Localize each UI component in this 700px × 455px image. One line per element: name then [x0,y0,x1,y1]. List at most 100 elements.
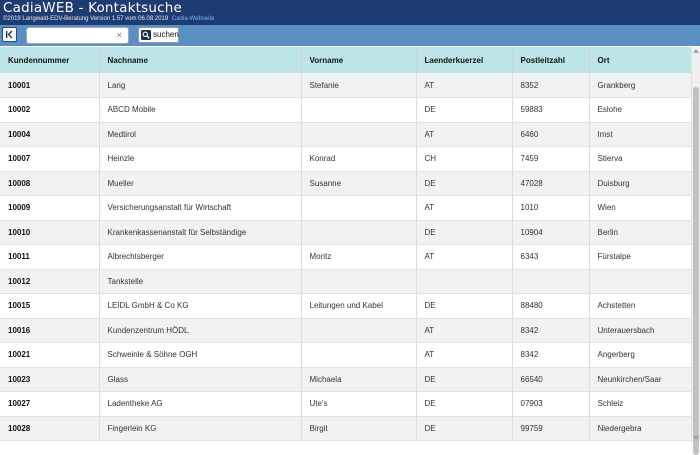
vertical-scrollbar[interactable] [691,47,700,455]
cell-laenderkuerzel: AT [415,73,512,98]
cell-laenderkuerzel [415,269,512,294]
table-row[interactable]: 10009 Versicherungsanstalt für Wirtschaft… [0,195,691,221]
table-row[interactable]: 10016 Kundenzentrum HÖDL AT 8342 Unterauersb… [0,318,691,343]
cell-nachname: ABCD Mobile [98,97,301,123]
cell-vorname: Michaela [300,367,416,392]
column-header-kundennummer[interactable]: Kundennummer [0,47,99,73]
search-input[interactable] [30,29,110,42]
cell-postleitzahl: 8352 [511,73,589,98]
cell-postleitzahl: 07903 [511,391,589,417]
clear-icon[interactable]: × [117,29,122,42]
cell-ort: Eslohe [588,97,691,123]
cell-vorname [300,195,416,221]
table-row[interactable]: 10011 Albrechtsberger Moritz AT 6343 Fürstalp… [0,244,691,270]
cell-vorname: Ute's [300,391,416,417]
cell-ort [588,269,691,294]
first-page-button[interactable] [2,27,17,42]
cell-postleitzahl: 10904 [511,220,589,245]
cell-laenderkuerzel: AT [415,244,512,270]
table-row[interactable]: 10027 Ladentheke AG Ute's DE 07903 Schleiz [0,391,691,417]
app-subtitle: ©2019 Langwald-EDV-Beratung Version 1.57… [3,15,214,23]
cell-ort: Berlin [588,220,691,245]
table-row[interactable]: 10012 Tankstelle [0,269,691,294]
column-header-ort[interactable]: Ort [588,47,691,73]
table-row[interactable]: 10010 Krankenkassenanstalt für Selbständi… [0,220,691,245]
cell-kundennummer: 10012 [0,269,99,294]
cell-kundennummer: 10015 [0,293,99,319]
cell-kundennummer: 10023 [0,367,99,392]
cell-nachname: Schweinle & Söhne OGH [98,342,301,368]
cell-nachname: Mueller [98,171,301,196]
cell-nachname: Albrechtsberger [98,244,301,270]
cell-vorname: Birgit [300,416,416,441]
cell-ort: Niedergebra [588,416,691,441]
title-bar: CadiaWEB - Kontaktsuche ©2019 Langwald-E… [0,0,700,25]
cell-laenderkuerzel: AT [415,195,512,221]
cell-nachname: LEIDL GmbH & Co KG [98,293,301,319]
cell-nachname: Tankstelle [98,269,301,294]
table-row[interactable]: 10001 Lang Stefanie AT 8352 Grankberg [0,73,691,98]
cell-postleitzahl: 59883 [511,97,589,123]
cell-kundennummer: 10004 [0,122,99,147]
table-row[interactable]: 10004 Medtirol AT 6460 Imst [0,122,691,147]
table-row[interactable]: 10008 Mueller Susanne DE 47028 Duisburg [0,171,691,196]
cell-vorname: Leitungen und Kabel [300,293,416,319]
table-row[interactable]: 10002 ABCD Mobile DE 59883 Eslohe [0,97,691,123]
table-header-row: Kundennummer Nachname Vorname Laenderkue… [0,47,691,73]
cell-postleitzahl: 47028 [511,171,589,196]
cell-ort: Achstetten [588,293,691,319]
cell-postleitzahl [511,269,589,294]
version-info: ©2019 Langwald-EDV-Beratung Version 1.57… [3,16,169,22]
table-body: 10001 Lang Stefanie AT 8352 Grankberg 10002 ABC… [0,73,691,441]
scroll-up-arrow-icon[interactable] [693,49,699,53]
table-row[interactable]: 10021 Schweinle & Söhne OGH AT 8342 Angerber… [0,342,691,368]
cell-nachname: Glass [98,367,301,392]
cell-vorname [300,220,416,245]
cell-postleitzahl: 1010 [511,195,589,221]
search-button[interactable]: suchen [138,27,179,43]
cell-nachname: Kundenzentrum HÖDL [98,318,301,343]
toolbar: × suchen [0,25,700,46]
search-icon [141,30,151,40]
cell-vorname: Stefanie [300,73,416,98]
column-header-postleitzahl[interactable]: Postleitzahl [511,47,589,73]
cell-vorname [300,269,416,294]
scrollbar-thumb[interactable] [693,87,699,455]
cell-kundennummer: 10027 [0,391,99,417]
table-row[interactable]: 10007 Heinzle Konrad CH 7459 Stierva [0,146,691,172]
table-row[interactable]: 10023 Glass Michaela DE 66540 Neunkirchen/Saa… [0,367,691,392]
column-header-vorname[interactable]: Vorname [300,47,416,73]
cell-laenderkuerzel: CH [415,146,512,172]
cell-postleitzahl: 99759 [511,416,589,441]
cell-ort: Schleiz [588,391,691,417]
cell-vorname: Konrad [300,146,416,172]
cell-kundennummer: 10028 [0,416,99,441]
cell-postleitzahl: 8342 [511,342,589,368]
cell-nachname: Krankenkassenanstalt für Selbständige [98,220,301,245]
cell-nachname: Ladentheke AG [98,391,301,417]
column-header-nachname[interactable]: Nachname [98,47,301,73]
scroll-down-arrow-icon[interactable] [693,436,699,440]
cell-ort: Grankberg [588,73,691,98]
cell-ort: Duisburg [588,171,691,196]
search-field[interactable]: × [26,27,129,44]
cell-laenderkuerzel: DE [415,97,512,123]
table-row[interactable]: 10015 LEIDL GmbH & Co KG Leitungen und Kab… [0,293,691,319]
cell-vorname [300,122,416,147]
cell-postleitzahl: 88480 [511,293,589,319]
website-link[interactable]: Cadia-Webseite [172,16,215,22]
cell-laenderkuerzel: AT [415,342,512,368]
cell-laenderkuerzel: DE [415,293,512,319]
cell-ort: Unterauersbach [588,318,691,343]
cell-kundennummer: 10009 [0,195,99,221]
cell-ort: Wien [588,195,691,221]
cell-kundennummer: 10002 [0,97,99,123]
cell-ort: Imst [588,122,691,147]
table-row[interactable]: 10028 Fingerlein KG Birgit DE 99759 Niedergeb… [0,416,691,441]
cell-ort: Stierva [588,146,691,172]
cell-kundennummer: 10021 [0,342,99,368]
column-header-laenderkuerzel[interactable]: Laenderkuerzel [415,47,512,73]
cell-vorname [300,97,416,123]
cell-laenderkuerzel: DE [415,171,512,196]
cell-ort: Angerberg [588,342,691,368]
